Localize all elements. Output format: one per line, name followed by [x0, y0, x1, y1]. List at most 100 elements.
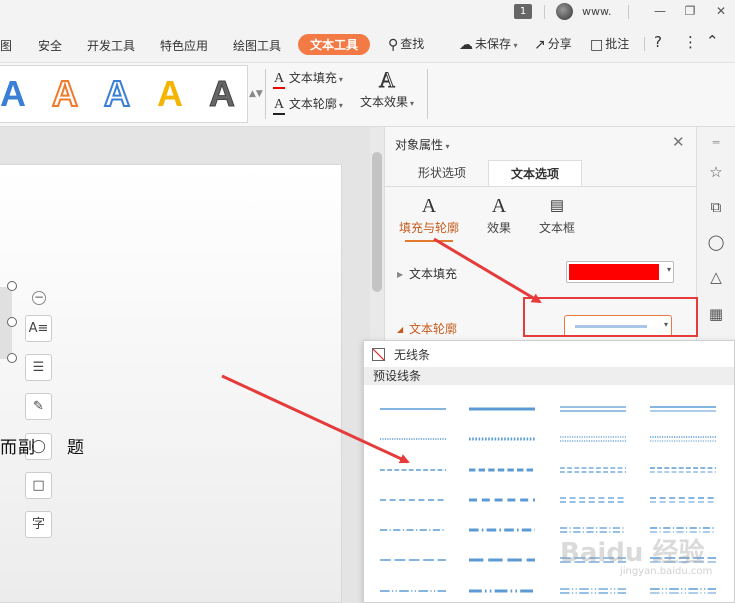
- line-style-option[interactable]: [380, 553, 450, 561]
- text-wrap-icon[interactable]: A≡: [25, 315, 52, 342]
- subtab-effects[interactable]: A 效果: [469, 195, 529, 236]
- comment-button[interactable]: □ 批注: [590, 35, 629, 53]
- preset-lines-header: 预设线条: [364, 367, 734, 385]
- tab-shape-options[interactable]: 形状选项: [395, 160, 489, 186]
- share-button[interactable]: ↗ 分享: [534, 35, 572, 53]
- line-style-option[interactable]: [560, 523, 630, 533]
- font-icon[interactable]: 字: [25, 511, 52, 538]
- layers-icon[interactable]: ☰: [25, 354, 52, 381]
- separator: [265, 69, 266, 119]
- star-pin-icon[interactable]: ☆: [705, 161, 727, 183]
- line-style-option[interactable]: [650, 523, 720, 533]
- username[interactable]: www.: [582, 5, 611, 18]
- style-sample-blue[interactable]: A: [0, 71, 26, 117]
- line-style-option[interactable]: [469, 402, 539, 411]
- subtitle-part-2: 题: [67, 438, 85, 458]
- menu-features[interactable]: 特色应用: [160, 37, 208, 54]
- line-style-option[interactable]: [469, 523, 539, 532]
- text-outline-button[interactable]: A 文本轮廓 ▾: [273, 95, 343, 115]
- line-style-preview: [469, 589, 535, 593]
- close-icon[interactable]: ✕: [711, 2, 731, 20]
- style-sample-gray[interactable]: A: [209, 71, 236, 117]
- no-line-label: 无线条: [394, 348, 431, 362]
- line-style-option[interactable]: [469, 584, 539, 593]
- line-style-option[interactable]: [469, 432, 539, 441]
- slide[interactable]: − A≡ ☰ ✎ ◯ □ 字 而副题: [0, 164, 342, 603]
- text-fill-color-picker[interactable]: ▾: [566, 261, 674, 283]
- unsaved-button[interactable]: ☁ 未保存 ▾: [459, 35, 518, 53]
- more-button[interactable]: ⋮: [683, 33, 698, 51]
- title-bar: 1 www. — ❐ ✕: [0, 0, 735, 26]
- menu-drawing-tools[interactable]: 绘图工具: [233, 37, 281, 54]
- ribbon: A A A A A ▲▼ A 文本填充 ▾ A 文本轮廓 ▾ A 文本效果 ▾: [0, 63, 735, 127]
- text-outline-style-picker[interactable]: ▾: [564, 315, 672, 337]
- collapse-ribbon-icon[interactable]: ⌃: [706, 32, 719, 50]
- line-style-option[interactable]: [560, 463, 630, 473]
- line-style-option[interactable]: [650, 493, 720, 503]
- text-style-icon[interactable]: △: [705, 266, 727, 288]
- search-button[interactable]: ⚲ 查找: [388, 35, 424, 53]
- menu-view[interactable]: 图: [0, 37, 12, 54]
- line-style-option[interactable]: [469, 463, 539, 472]
- collapse-shape-icon[interactable]: −: [32, 291, 46, 305]
- line-style-option[interactable]: [380, 402, 450, 410]
- menu-security[interactable]: 安全: [38, 37, 62, 54]
- resize-handle[interactable]: [7, 353, 17, 363]
- tab-count-badge[interactable]: 1: [514, 4, 532, 19]
- line-style-option[interactable]: [380, 463, 450, 471]
- menu-developer[interactable]: 开发工具: [87, 37, 135, 54]
- style-sample-blue-outline[interactable]: A: [103, 71, 131, 117]
- scrollbar-thumb[interactable]: [372, 152, 382, 292]
- resize-handle[interactable]: [7, 281, 17, 291]
- slide-canvas[interactable]: − A≡ ☰ ✎ ◯ □ 字 而副题: [0, 127, 370, 603]
- line-style-option[interactable]: [650, 432, 720, 442]
- style-sample-gold[interactable]: A: [157, 71, 183, 117]
- effects-icon: A: [491, 195, 507, 217]
- line-style-option[interactable]: [650, 463, 720, 473]
- tab-text-options[interactable]: 文本选项: [488, 160, 582, 186]
- no-line-option[interactable]: 无线条: [372, 346, 430, 363]
- minimize-icon[interactable]: —: [650, 2, 670, 20]
- line-style-option[interactable]: [650, 584, 720, 594]
- line-style-option[interactable]: [380, 523, 450, 531]
- table-icon[interactable]: ▦: [705, 303, 727, 325]
- panel-title-label: 对象属性: [395, 138, 444, 152]
- line-style-option[interactable]: [469, 493, 539, 502]
- shape-icon[interactable]: ◯: [705, 231, 727, 253]
- line-style-option[interactable]: [380, 493, 450, 501]
- menu-bar: 图 安全 开发工具 特色应用 绘图工具 文本工具 ⚲ 查找 ☁ 未保存 ▾ ↗ 分享 …: [0, 26, 735, 63]
- line-style-option[interactable]: [380, 432, 450, 440]
- text-outline-row[interactable]: ◢ 文本轮廓: [397, 320, 457, 337]
- textbox-icon: ▤: [549, 198, 565, 214]
- close-icon[interactable]: ✕: [672, 133, 685, 151]
- style-sample-orange-outline[interactable]: A: [51, 71, 79, 117]
- line-style-option[interactable]: [380, 584, 450, 592]
- line-style-option[interactable]: [469, 553, 539, 562]
- drag-handle-icon[interactable]: ═: [705, 132, 727, 154]
- line-style-option[interactable]: [560, 584, 630, 594]
- line-style-option[interactable]: [560, 432, 630, 442]
- outline-icon[interactable]: □: [25, 472, 52, 499]
- restore-icon[interactable]: ❐: [680, 2, 700, 20]
- resize-handle[interactable]: [7, 317, 17, 327]
- pen-icon[interactable]: ✎: [25, 393, 52, 420]
- transform-icon[interactable]: ⧉: [705, 196, 727, 218]
- subtab-fill-outline[interactable]: A 填充与轮廓: [399, 195, 459, 242]
- panel-title[interactable]: 对象属性 ▾: [395, 136, 450, 153]
- line-style-option[interactable]: [650, 402, 720, 412]
- subtab-textbox[interactable]: ▤ 文本框: [527, 195, 587, 236]
- help-button[interactable]: ?: [654, 33, 662, 51]
- menu-text-tools[interactable]: 文本工具: [298, 34, 371, 55]
- no-line-icon: [372, 348, 385, 361]
- gallery-scroll-arrow[interactable]: ▲▼: [249, 65, 263, 123]
- line-style-option[interactable]: [560, 402, 630, 412]
- slide-subtitle-text[interactable]: 而副 题: [0, 433, 85, 458]
- text-fill-row[interactable]: ▶ 文本填充: [397, 265, 457, 282]
- line-style-option[interactable]: [560, 493, 630, 503]
- line-style-preview: [380, 408, 446, 410]
- avatar[interactable]: [556, 3, 573, 20]
- subtab-textbox-label: 文本框: [538, 221, 575, 235]
- text-fill-button[interactable]: A 文本填充 ▾: [273, 69, 343, 89]
- text-effect-button[interactable]: A 文本效果 ▾: [358, 67, 416, 110]
- outline-preview-line: [575, 325, 647, 328]
